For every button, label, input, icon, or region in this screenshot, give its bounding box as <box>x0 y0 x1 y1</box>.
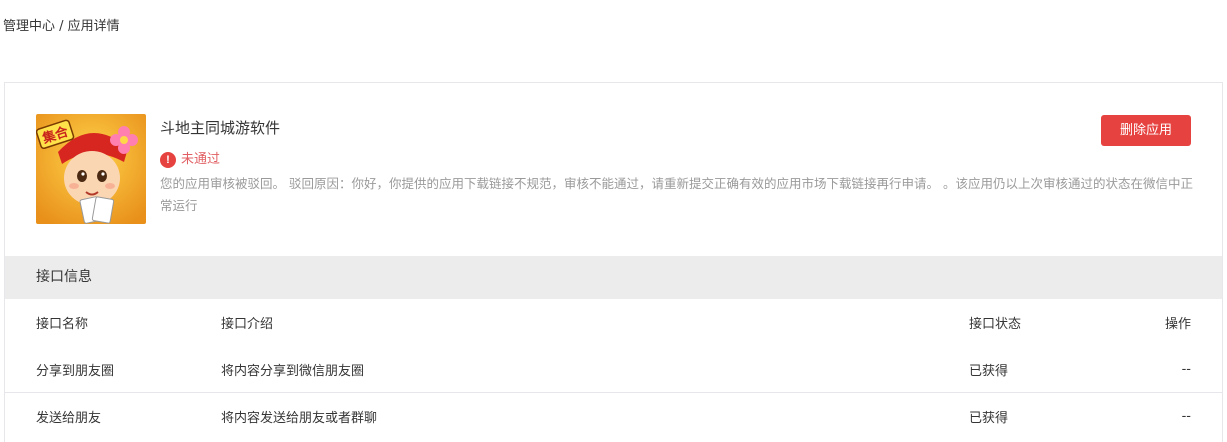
delete-app-button[interactable]: 删除应用 <box>1101 115 1191 146</box>
api-info-title: 接口信息 <box>36 269 92 285</box>
column-header-name: 接口名称 <box>36 317 89 332</box>
app-detail-card: 集合 斗地主同城游软件 ! 未通过 您的应用审核被驳回。 驳回原因：你好，你提供… <box>4 82 1223 442</box>
review-status-text: 未通过 <box>181 152 221 167</box>
api-info-header: 接口信息 <box>5 256 1222 299</box>
review-status: ! 未通过 <box>160 150 220 170</box>
review-message: 您的应用审核被驳回。 驳回原因：你好，你提供的应用下载链接不规范，审核不能通过，… <box>160 176 1193 213</box>
table-row: 分享到朋友圈 将内容分享到微信朋友圈 已获得 -- <box>5 346 1222 393</box>
api-name: 发送给朋友 <box>5 392 221 439</box>
column-header-desc: 接口介绍 <box>221 317 274 332</box>
api-status: 已获得 <box>969 392 1099 439</box>
api-table-header-row: 接口名称 接口介绍 接口状态 操作 <box>5 299 1222 346</box>
api-desc: 将内容分享到微信朋友圈 <box>221 363 365 379</box>
api-desc: 将内容发送给朋友或者群聊 <box>221 392 969 439</box>
api-table: 接口名称 接口介绍 接口状态 操作 分享到朋友圈 将内容分享到微信朋友圈 已获得… <box>5 299 1222 439</box>
app-icon: 集合 <box>36 114 146 224</box>
api-status: 已获得 <box>969 363 1009 379</box>
table-row: 发送给朋友 将内容发送给朋友或者群聊 已获得 -- <box>5 392 1222 439</box>
breadcrumb[interactable]: 管理中心 / 应用详情 <box>3 17 120 37</box>
app-icon-image: 集合 <box>36 114 146 224</box>
column-header-action: 操作 <box>1164 317 1191 332</box>
api-action: -- <box>1099 392 1222 439</box>
api-name: 分享到朋友圈 <box>36 363 115 379</box>
app-name: 斗地主同城游软件 <box>160 119 281 137</box>
column-header-status: 接口状态 <box>969 317 1022 332</box>
api-action: -- <box>1181 361 1191 377</box>
exclamation-icon: ! <box>160 152 176 168</box>
